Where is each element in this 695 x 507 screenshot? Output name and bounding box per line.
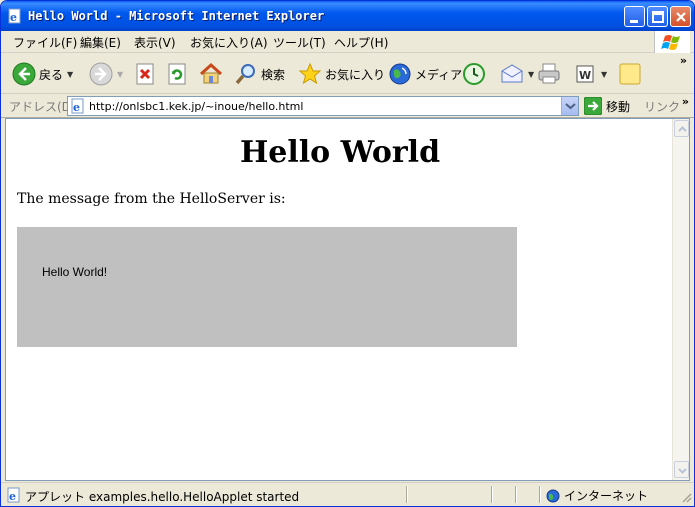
media-globe-icon <box>389 63 411 85</box>
home-icon <box>199 62 223 84</box>
back-dropdown-icon[interactable]: ▼ <box>67 70 73 79</box>
print-button[interactable] <box>536 61 562 87</box>
discuss-button[interactable] <box>618 61 642 87</box>
menu-help[interactable]: ヘルプ(H) <box>334 34 388 51</box>
forward-button[interactable]: ▼ <box>89 61 123 87</box>
printer-icon <box>538 63 560 84</box>
word-edit-icon: W <box>576 65 594 83</box>
address-input[interactable]: e http://onlsbc1.kek.jp/~inoue/hello.htm… <box>67 96 579 116</box>
chevron-up-icon <box>678 126 687 132</box>
links-label[interactable]: リンク <box>644 98 680 115</box>
chevron-down-icon <box>565 103 576 110</box>
mail-icon <box>501 64 523 83</box>
menu-file[interactable]: ファイル(F) <box>13 34 77 51</box>
menu-view[interactable]: 表示(V) <box>134 34 176 51</box>
back-arrow-icon <box>12 62 36 86</box>
search-icon <box>235 64 255 85</box>
mail-dropdown-icon[interactable]: ▼ <box>528 70 534 79</box>
edit-dropdown-icon[interactable]: ▼ <box>601 70 607 79</box>
browser-window: e Hello World - Microsoft Internet Explo… <box>0 0 695 507</box>
close-button[interactable] <box>670 6 691 27</box>
internet-globe-icon <box>546 489 560 502</box>
scroll-down-button[interactable] <box>674 461 689 478</box>
menu-bar: ファイル(F) 編集(E) 表示(V) お気に入り(A) ツール(T) ヘルプ(… <box>1 31 694 53</box>
search-button[interactable]: 検索 <box>234 61 285 87</box>
stop-button[interactable] <box>135 61 157 87</box>
back-button[interactable]: 戻る ▼ <box>12 61 73 87</box>
ie-page-icon: e <box>7 487 20 503</box>
media-button[interactable]: メディア <box>388 61 462 87</box>
status-separator <box>406 486 407 503</box>
page-viewport: Hello World The message from the HelloSe… <box>5 118 690 481</box>
chevron-down-icon <box>678 468 687 474</box>
go-label: 移動 <box>606 99 631 114</box>
address-url: http://onlsbc1.kek.jp/~inoue/hello.html <box>89 100 304 113</box>
stop-icon <box>136 63 154 85</box>
svg-text:W: W <box>579 69 591 82</box>
scroll-up-button[interactable] <box>674 120 689 137</box>
toolbar-overflow-icon[interactable]: » <box>680 54 687 67</box>
go-button[interactable]: 移動 <box>584 97 630 115</box>
resize-grip-icon[interactable] <box>680 491 692 503</box>
forward-arrow-icon <box>89 62 113 86</box>
address-label: アドレス(D) <box>9 100 76 114</box>
forward-dropdown-icon[interactable]: ▼ <box>117 70 123 79</box>
standard-toolbar: 戻る ▼ ▼ 検索 お気に入り メディア ▼ W ▼ » <box>1 54 694 94</box>
minimize-button[interactable] <box>624 6 645 27</box>
back-label: 戻る <box>39 67 64 82</box>
security-zone[interactable]: インターネット <box>546 487 648 504</box>
history-icon <box>463 63 485 85</box>
favorites-button[interactable]: お気に入り <box>298 61 385 87</box>
media-label: メディア <box>415 67 463 82</box>
menu-tools[interactable]: ツール(T) <box>273 34 326 51</box>
status-text: アプレット examples.hello.HelloApplet started <box>25 490 300 504</box>
applet-text: Hello World! <box>42 265 108 279</box>
title-bar[interactable]: e Hello World - Microsoft Internet Explo… <box>1 1 694 31</box>
vertical-scrollbar[interactable] <box>672 119 689 480</box>
go-arrow-icon <box>584 97 602 115</box>
windows-logo-icon <box>654 31 690 53</box>
server-message-label: The message from the HelloServer is: <box>17 191 286 207</box>
status-separator <box>515 486 516 503</box>
svg-text:e: e <box>10 11 17 24</box>
favorites-star-icon <box>298 62 322 85</box>
maximize-button[interactable] <box>647 6 668 27</box>
edit-button[interactable]: W ▼ <box>575 61 607 87</box>
note-icon <box>619 63 641 85</box>
favorites-label: お気に入り <box>325 67 386 82</box>
menu-favorites[interactable]: お気に入り(A) <box>190 34 268 51</box>
menu-edit[interactable]: 編集(E) <box>80 34 121 51</box>
mail-button[interactable]: ▼ <box>500 61 534 87</box>
ie-page-icon: e <box>7 8 23 24</box>
search-label: 検索 <box>261 67 286 82</box>
page-heading: Hello World <box>239 135 441 170</box>
address-bar: アドレス(D) e http://onlsbc1.kek.jp/~inoue/h… <box>1 94 694 118</box>
home-button[interactable] <box>198 61 224 87</box>
svg-text:e: e <box>73 101 80 114</box>
status-separator <box>491 486 492 503</box>
zone-label: インターネット <box>564 489 649 503</box>
status-bar: e アプレット examples.hello.HelloApplet start… <box>1 482 694 506</box>
links-overflow-icon[interactable]: » <box>682 95 689 108</box>
refresh-button[interactable] <box>167 61 189 87</box>
refresh-icon <box>168 63 186 85</box>
history-button[interactable] <box>462 61 486 87</box>
svg-text:e: e <box>9 490 16 503</box>
ie-page-icon: e <box>71 98 84 114</box>
status-separator <box>539 486 540 503</box>
address-dropdown-button[interactable] <box>561 97 578 115</box>
window-title: Hello World - Microsoft Internet Explore… <box>28 9 325 23</box>
hello-applet[interactable]: Hello World! <box>17 227 517 347</box>
